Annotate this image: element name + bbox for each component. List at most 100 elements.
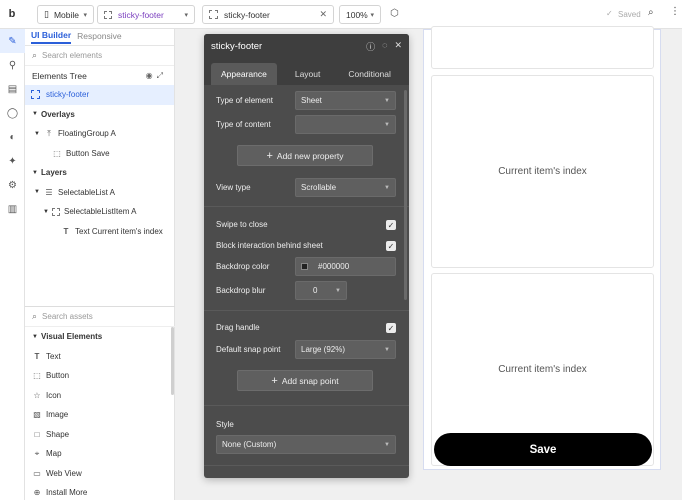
element-icon	[209, 10, 218, 19]
type-of-content-select[interactable]: ▼	[295, 115, 396, 134]
panel-tabs: UI Builder Responsive	[25, 29, 174, 46]
view-type-select[interactable]: Scrollable ▼	[295, 178, 396, 197]
caret-down-icon: ▼	[34, 189, 40, 196]
info-icon[interactable]: ⓘ	[366, 40, 375, 53]
default-snap-point-label: Default snap point	[216, 345, 281, 354]
settings-icon[interactable]: ⚙	[0, 173, 25, 197]
analytics-icon[interactable]: ▥	[0, 197, 25, 221]
tree-item-text[interactable]: T Text Current item's index	[25, 222, 174, 242]
chevron-down-icon: ▼	[384, 97, 390, 104]
button-label: Add new property	[276, 150, 344, 161]
zoom-selector[interactable]: 100% ▾	[339, 5, 381, 24]
color-swatch[interactable]	[301, 263, 308, 270]
editor-scrollbar[interactable]	[404, 90, 407, 300]
asset-icon[interactable]: ☆ Icon	[25, 386, 175, 406]
phone-icon: ▯	[44, 9, 49, 19]
close-icon[interactable]: ✕	[319, 9, 327, 20]
app-logo[interactable]: b	[0, 8, 24, 20]
editor-title-bar[interactable]: sticky-footer ⓘ ◌ ✕	[204, 34, 409, 58]
asset-web-view[interactable]: ▭ Web View	[25, 464, 175, 484]
visual-elements-header[interactable]: ▼ Visual Elements	[25, 327, 175, 347]
asset-text[interactable]: T Text	[25, 347, 175, 367]
asset-label: Map	[46, 449, 62, 459]
page-selector[interactable]: sticky-footer ▾	[97, 5, 195, 24]
comment-icon[interactable]: ◯	[0, 101, 25, 125]
type-of-content-label: Type of content	[216, 120, 271, 129]
caret-down-icon: ▼	[43, 208, 49, 215]
tab-appearance[interactable]: Appearance	[211, 63, 277, 85]
tree-item-label: SelectableListItem A	[64, 207, 137, 217]
backdrop-blur-select[interactable]: 0 ▼	[295, 281, 347, 300]
tree-item-selectable-list-item[interactable]: ▼ SelectableListItem A	[25, 202, 174, 222]
tree-item-page[interactable]: sticky-footer	[25, 85, 174, 105]
asset-label: Image	[46, 410, 69, 420]
plugin-icon[interactable]: ✦	[0, 149, 25, 173]
asset-map[interactable]: ⌖ Map	[25, 444, 175, 464]
caret-down-icon: ▼	[34, 130, 40, 137]
close-icon[interactable]: ✕	[394, 40, 402, 53]
caret-down-icon: ▼	[32, 333, 38, 340]
tree-item-label: SelectableList A	[58, 187, 115, 197]
tab-responsive[interactable]: Responsive	[77, 31, 121, 43]
style-icon[interactable]: ◐	[0, 125, 25, 149]
editor-body: Type of element Sheet ▼ Type of content …	[204, 85, 409, 478]
asset-label: Install More	[46, 488, 88, 498]
add-snap-point-button[interactable]: + Add snap point	[237, 370, 373, 391]
mobile-preview[interactable]: Current item's index Current item's inde…	[423, 26, 661, 470]
chevron-down-icon: ▼	[335, 287, 341, 294]
tab-conditional[interactable]: Conditional	[338, 63, 401, 85]
tree-item-button-save[interactable]: ⬚ Button Save	[25, 144, 174, 164]
asset-install-more[interactable]: ⊕ Install More	[25, 483, 175, 500]
list-item-card[interactable]: Current item's index	[431, 75, 654, 268]
add-new-property-button[interactable]: + Add new property	[237, 145, 373, 166]
asset-shape[interactable]: □ Shape	[25, 425, 175, 445]
tree-section-layers[interactable]: ▼ Layers	[25, 163, 174, 183]
pencil-icon[interactable]: ✎	[0, 29, 25, 53]
elements-panel: UI Builder Responsive ⌕ Search elements …	[25, 29, 175, 500]
search-icon: ⌕	[32, 311, 38, 321]
text-icon: T	[63, 226, 69, 236]
drag-handle-checkbox[interactable]: ✓	[386, 323, 396, 333]
saved-status: Saved	[618, 10, 641, 19]
asset-image[interactable]: ▧ Image	[25, 405, 175, 425]
data-icon[interactable]: ▤	[0, 77, 25, 101]
asset-label: Text	[46, 351, 61, 361]
type-of-element-select[interactable]: Sheet ▼	[295, 91, 396, 110]
text-icon: T	[34, 351, 40, 361]
save-button[interactable]: Save	[434, 433, 652, 466]
block-interaction-checkbox[interactable]: ✓	[386, 241, 396, 251]
workflow-icon[interactable]: ⚲	[0, 53, 25, 77]
assets-section: ⌕ Search assets ▼ Visual Elements T Text…	[25, 307, 175, 500]
floating-group-icon: ⤒	[47, 128, 51, 138]
chevron-down-icon: ▼	[384, 441, 390, 448]
device-selector[interactable]: ▯ Mobile ▾	[37, 5, 94, 24]
expand-icon[interactable]: ⤢	[157, 71, 167, 80]
cube-icon[interactable]: ⬡	[390, 8, 399, 19]
tree-section-overlays[interactable]: ▼ Overlays	[25, 105, 174, 125]
style-select[interactable]: None (Custom) ▼	[216, 435, 396, 454]
search-elements-input[interactable]: ⌕ Search elements	[25, 46, 174, 66]
more-icon[interactable]: ⋮	[670, 6, 680, 17]
search-icon[interactable]: ⌕	[648, 7, 654, 18]
chevron-down-icon: ▾	[184, 11, 188, 19]
assets-scrollbar[interactable]	[171, 327, 174, 395]
list-item-card[interactable]	[431, 26, 654, 69]
caret-down-icon: ▼	[32, 169, 38, 176]
page-label: sticky-footer	[118, 9, 164, 20]
search-assets-input[interactable]: ⌕ Search assets	[25, 307, 175, 327]
tree-item-label: Text Current item's index	[75, 226, 163, 236]
tab-ui-builder[interactable]: UI Builder	[31, 30, 72, 44]
tree-item-label: sticky-footer	[46, 90, 90, 100]
backdrop-color-input[interactable]: #000000	[295, 257, 396, 276]
default-snap-point-select[interactable]: Large (92%) ▼	[295, 340, 396, 359]
eye-icon[interactable]: ◉	[146, 71, 157, 80]
view-type-label: View type	[216, 183, 251, 192]
comment-icon[interactable]: ◌	[382, 40, 387, 53]
asset-button[interactable]: ⬚ Button	[25, 366, 175, 386]
swipe-to-close-checkbox[interactable]: ✓	[386, 220, 396, 230]
tab-layout[interactable]: Layout	[285, 63, 331, 85]
tree-item-label: FloatingGroup A	[58, 129, 116, 139]
tree-item-floating-group[interactable]: ▼ ⤒ FloatingGroup A	[25, 124, 174, 144]
tree-item-selectable-list[interactable]: ▼ ☰ SelectableList A	[25, 183, 174, 203]
element-selector[interactable]: sticky-footer ✕	[202, 5, 334, 24]
